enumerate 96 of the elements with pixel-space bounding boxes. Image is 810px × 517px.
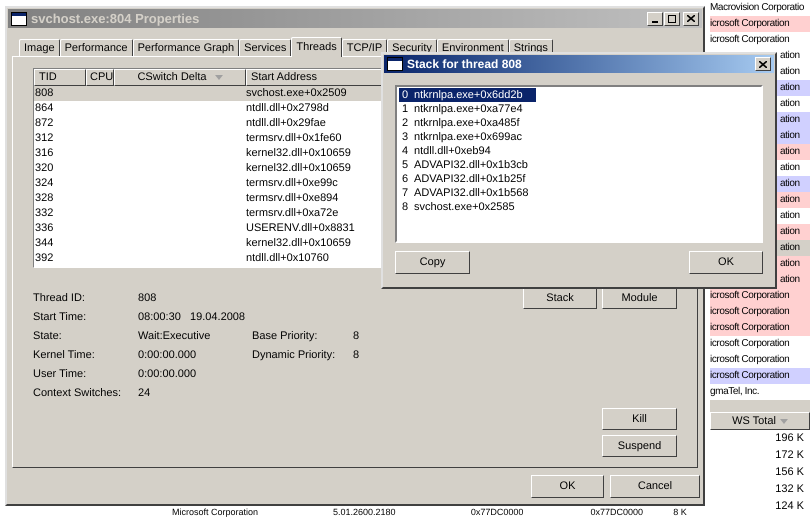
table-cell-text: 320 (34, 161, 54, 176)
tab[interactable]: Performance Graph (132, 39, 240, 56)
stack-frame[interactable]: 3 ntkrnlpa.exe+0x699ac (399, 130, 536, 144)
detail-label: User Time: (33, 367, 88, 381)
cancel-button[interactable]: Cancel (610, 475, 700, 498)
detail-label: Kernel Time: (33, 348, 96, 362)
sort-arrow-icon (780, 418, 788, 424)
list-cell-text: 156 K (774, 465, 805, 480)
stack-frame[interactable]: 6 ADVAPI32.dll+0x1b25f (399, 172, 536, 186)
table-cell-text: 864 (34, 101, 54, 116)
suspend-button[interactable]: Suspend (602, 435, 677, 457)
list-cell-text: Microsoft Corporation (172, 507, 260, 517)
tab[interactable]: Performance (60, 39, 133, 56)
list-cell-text: 5.01.2600.2180 (332, 507, 396, 517)
ok-button[interactable]: OK (531, 475, 604, 498)
sort-arrow-icon (214, 75, 223, 80)
close-icon (687, 15, 695, 22)
close-button[interactable] (683, 12, 699, 26)
table-cell-text: 332 (34, 206, 54, 221)
stack-frame[interactable]: 4 ntdll.dll+0xeb94 (399, 144, 536, 158)
copy-button[interactable]: Copy (395, 251, 470, 274)
table-cell: ntdll.dll+0x2798d (246, 101, 329, 116)
detail-value: 8 (353, 348, 360, 362)
table-cell: kernel32.dll+0x10659 (246, 236, 351, 251)
detail-value: 0:00:00.000 (138, 367, 198, 381)
kill-button[interactable]: Kill (602, 408, 677, 430)
stack-button[interactable]: Stack (523, 287, 597, 309)
stack-frame[interactable]: 8 svchost.exe+0x2585 (399, 200, 536, 214)
table-cell: kernel32.dll+0x10659 (246, 146, 351, 161)
detail-value: Wait:Executive (138, 329, 212, 343)
close-button[interactable] (755, 57, 771, 71)
process-row: icrosoft Corporation (710, 304, 810, 320)
table-cell-text: 808 (34, 86, 54, 101)
process-row: icrosoft Corporation (710, 288, 810, 304)
ok-button[interactable]: OK (689, 251, 763, 274)
process-row: icrosoft Corporation (710, 368, 810, 384)
stack-frame[interactable]: 1 ntkrnlpa.exe+0xa77e4 (399, 102, 536, 116)
detail-value: 08:00:30 19.04.2008 (138, 310, 246, 324)
table-cell-text: 336 (34, 221, 54, 236)
list-cell-text: 8 K (673, 507, 688, 517)
table-cell: USERENV.dll+0x8831 (246, 221, 355, 236)
table-cell: kernel32.dll+0x10659 (246, 161, 351, 176)
list-cell-text: 132 K (774, 482, 805, 497)
detail-label: State: (33, 329, 63, 343)
detail-value: 0:00:00.000 (138, 348, 198, 362)
window-icon (11, 12, 27, 26)
list-cell-text: 196 K (774, 431, 805, 446)
list-cell-text: 124 K (774, 499, 805, 514)
tab[interactable]: TCP/IP (342, 39, 388, 56)
detail-label: Dynamic Priority: (252, 348, 336, 362)
table-cell-text: 328 (34, 191, 54, 206)
table-cell: termsrv.dll+0xe99c (246, 176, 338, 191)
maximize-button[interactable] (664, 12, 680, 26)
table-cell: ntdll.dll+0x10760 (246, 251, 329, 266)
table-cell-text: 872 (34, 116, 54, 131)
table-cell: termsrv.dll+0x1fe60 (246, 131, 342, 146)
process-row: icrosoft Corporation (710, 16, 810, 32)
column-header[interactable]: TID (34, 69, 86, 86)
list-cell-text: 172 K (774, 448, 805, 463)
minimize-button[interactable] (647, 12, 663, 26)
table-cell-text: 344 (34, 236, 54, 251)
tab[interactable]: Image (19, 39, 60, 56)
list-cell-text: 0x77DC0000 (470, 507, 524, 517)
detail-value: 24 (138, 386, 152, 400)
table-cell: termsrv.dll+0xa72e (246, 206, 338, 221)
tab[interactable]: Services (239, 39, 292, 56)
table-cell: svchost.exe+0x2509 (246, 86, 347, 101)
detail-label: Context Switches: (33, 386, 122, 400)
table-cell: ntdll.dll+0x29fae (246, 116, 326, 131)
stack-frame[interactable]: 7 ADVAPI32.dll+0x1b568 (399, 186, 536, 200)
maximize-icon (668, 14, 676, 22)
table-cell-text: 316 (34, 146, 54, 161)
detail-value: 808 (138, 291, 158, 305)
stack-frame[interactable]: 5 ADVAPI32.dll+0x1b3cb (399, 158, 536, 172)
detail-label: Thread ID: (33, 291, 86, 305)
minimize-icon (652, 20, 658, 22)
list-cell-text: 0x77DC0000 (590, 507, 644, 517)
process-row: icrosoft Corporation (710, 320, 810, 336)
module-button[interactable]: Module (602, 287, 677, 309)
table-cell: termsrv.dll+0xe894 (246, 191, 338, 206)
detail-value: 8 (353, 329, 360, 343)
detail-label: Base Priority: (252, 329, 318, 343)
column-header[interactable]: CPU (86, 69, 114, 86)
table-cell-text: 392 (34, 251, 54, 266)
detail-label: Start Time: (33, 310, 88, 324)
close-icon (759, 60, 767, 68)
window-title: svchost.exe:804 Properties (31, 10, 200, 28)
stack-frame[interactable]: 0 ntkrnlpa.exe+0x6dd2b (399, 88, 536, 102)
window-icon (387, 57, 403, 71)
stack-frame[interactable]: 2 ntkrnlpa.exe+0xa485f (399, 116, 536, 130)
tab[interactable]: Threads (291, 37, 342, 57)
column-header[interactable]: CSwitch Delta (114, 69, 246, 86)
window-title: Stack for thread 808 (407, 56, 522, 73)
column-header[interactable]: WS Total (710, 412, 810, 430)
table-cell-text: 312 (34, 131, 54, 146)
table-cell-text: 324 (34, 176, 54, 191)
